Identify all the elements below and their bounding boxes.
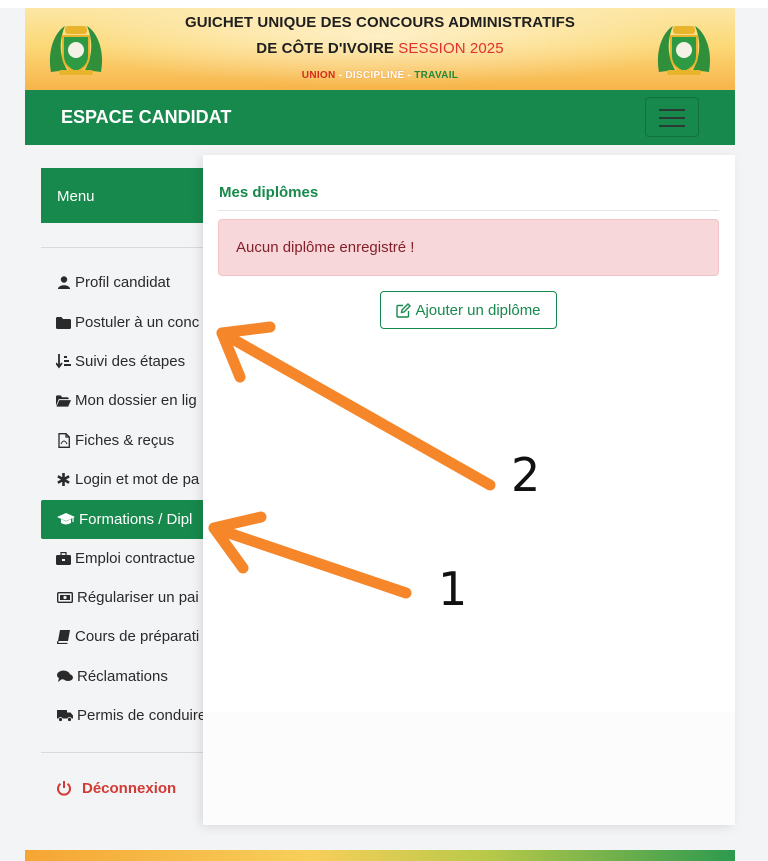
sidebar-item-label: Permis de conduire [77,707,207,724]
sort-list-icon [56,354,71,369]
add-diploma-button[interactable]: Ajouter un diplôme [380,291,557,329]
top-strip [0,0,768,8]
empty-alert: Aucun diplôme enregistré ! [218,219,719,276]
coat-of-arms-emblem-right [653,20,715,78]
edit-icon [396,302,412,318]
book-icon [56,629,71,644]
motto-discipline: DISCIPLINE [345,70,405,81]
sidebar-item-label: Fiches & reçus [75,432,175,449]
logout-label: Déconnexion [82,779,177,797]
navbar-title[interactable]: ESPACE CANDIDAT [61,107,231,128]
hamburger-bar [659,117,685,119]
hamburger-bar [659,125,685,127]
add-diploma-label: Ajouter un diplôme [415,301,541,319]
annotation-number-2: 2 [511,448,541,502]
folder-open-icon [56,393,71,408]
sidebar-item-label: Emploi contractue [75,550,196,567]
hamburger-bar [659,109,685,111]
sidebar-item-label: Mon dossier en lig [75,392,197,409]
motto-travail: TRAVAIL [414,70,459,81]
sidebar-item-label: Cours de préparati [75,628,200,645]
country-name: DE CÔTE D'IVOIRE [256,40,394,57]
banner-motto: UNION - DISCIPLINE - TRAVAIL [25,70,735,81]
banner-title-line1: GUICHET UNIQUE DES CONCOURS ADMINISTRATI… [184,14,576,31]
sidebar-item-label: Login et mot de pa [75,471,200,488]
section-title: Mes diplômes [219,184,319,201]
alert-text: Aucun diplôme enregistré ! [236,239,415,256]
user-icon [56,275,71,290]
asterisk-icon [56,472,71,487]
top-navbar: ESPACE CANDIDAT [25,90,735,145]
section-divider [218,210,719,211]
sidebar-item-label: Réclamations [77,668,168,685]
sidebar-item-label: Profil candidat [75,274,171,291]
banner-title-line2: DE CÔTE D'IVOIRE SESSION 2025 [25,40,735,57]
session-label: SESSION 2025 [398,40,504,57]
footer-strip [25,850,735,861]
motto-union: UNION [301,70,336,81]
header-banner: GUICHET UNIQUE DES CONCOURS ADMINISTRATI… [25,8,735,90]
truck-icon [56,708,73,723]
motto-separator: - [335,70,346,81]
menu-toggle-button[interactable] [645,97,699,137]
briefcase-icon [56,551,71,566]
motto-separator: - [404,70,415,81]
graduation-cap-icon [56,512,75,527]
content-panel-lower [203,712,735,825]
sidebar-item-label: Formations / Dipl [79,511,193,528]
money-bill-icon [56,590,73,605]
sidebar-item-label: Suivi des étapes [75,353,186,370]
sidebar-item-label: Postuler à un conc [75,314,200,331]
power-icon [56,780,72,796]
sidebar-item-label: Régulariser un pai [77,589,199,606]
pdf-file-icon [56,433,71,448]
annotation-number-1: 1 [438,562,468,616]
comments-icon [56,669,73,684]
folder-icon [56,315,71,330]
